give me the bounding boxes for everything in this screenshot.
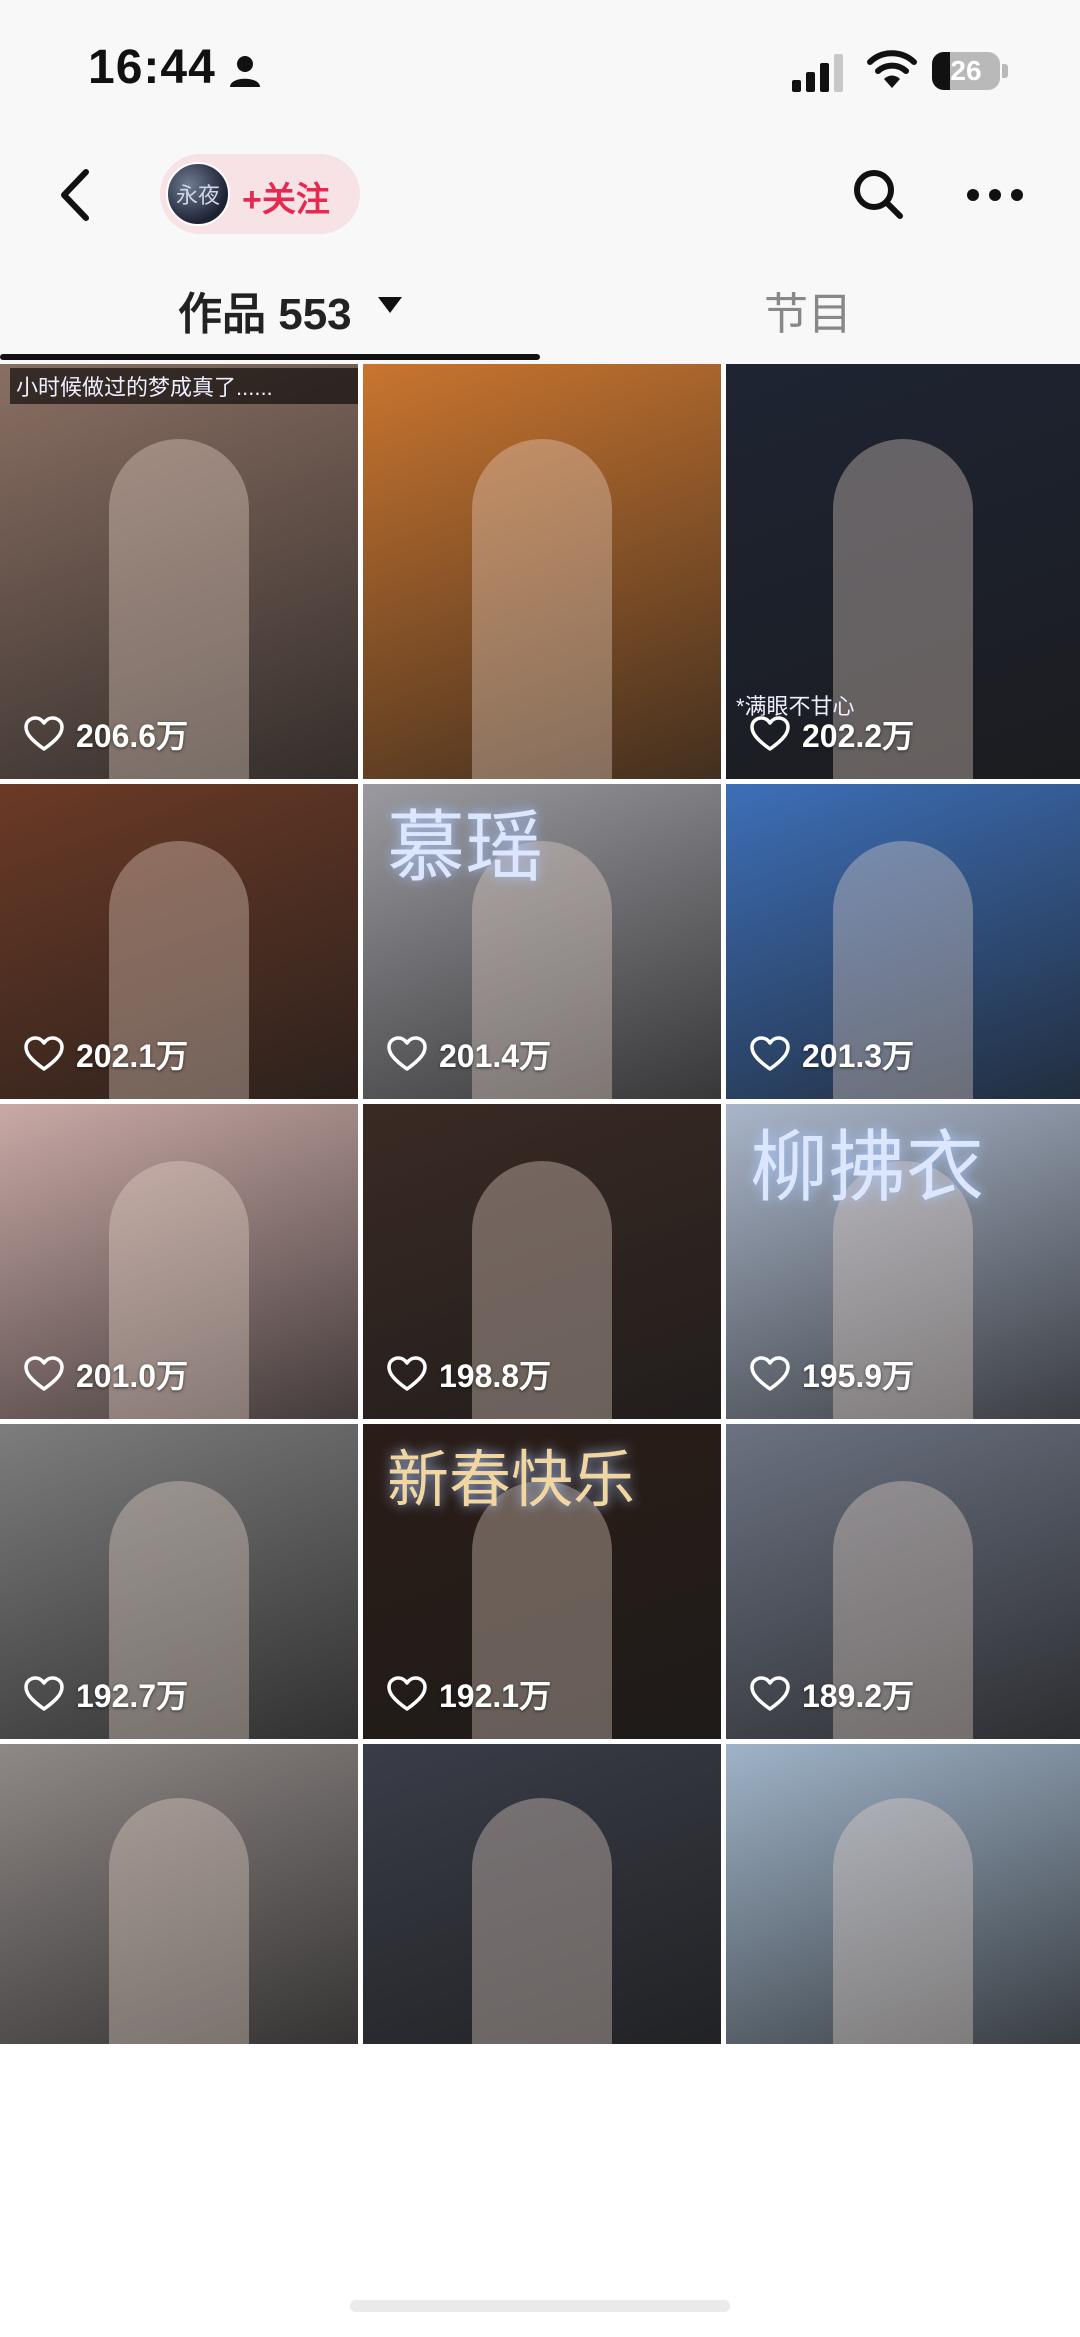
video-tile[interactable]: 201.3万: [726, 784, 1080, 1099]
like-count-text: 192.7万: [76, 1678, 189, 1714]
video-tile[interactable]: 189.2万: [726, 1424, 1080, 1739]
thumbnail-figure: [109, 1798, 249, 2044]
avatar[interactable]: 永夜: [166, 162, 230, 226]
search-icon[interactable]: [848, 164, 908, 224]
heart-icon: [387, 1356, 427, 1391]
like-count: 198.8万: [387, 1351, 551, 1397]
cellular-signal-icon: [792, 54, 843, 92]
heart-icon: [24, 1356, 64, 1391]
video-tile[interactable]: 192.7万: [0, 1424, 358, 1739]
video-tile[interactable]: 202.1万: [0, 784, 358, 1099]
video-tile[interactable]: 小时候做过的梦成真了...... 206.6万: [0, 364, 358, 779]
like-count-text: 202.2万: [802, 718, 915, 754]
video-tile[interactable]: 柳拂衣 195.9万: [726, 1104, 1080, 1419]
video-tile[interactable]: 新春快乐 192.1万: [363, 1424, 721, 1739]
like-count-text: 201.3万: [802, 1038, 915, 1074]
back-arrow-icon[interactable]: [50, 160, 102, 230]
video-tile[interactable]: [726, 1744, 1080, 2044]
heart-icon: [750, 1036, 790, 1071]
tile-title: 新春快乐: [387, 1443, 636, 1516]
video-tile[interactable]: [363, 364, 721, 779]
like-count-text: 195.9万: [802, 1358, 915, 1394]
person-icon: [230, 56, 260, 87]
like-count: 201.4万: [387, 1031, 551, 1077]
battery-level: 26: [950, 55, 982, 86]
heart-icon: [387, 1036, 427, 1071]
status-time: 16:44: [88, 41, 216, 94]
like-count: 192.1万: [387, 1671, 551, 1717]
like-count: 192.7万: [24, 1671, 188, 1717]
dropdown-arrow-icon[interactable]: [376, 294, 404, 316]
video-tile[interactable]: *满眼不甘心 202.2万: [726, 364, 1080, 779]
thumbnail-figure: [833, 1798, 973, 2044]
avatar-text: 永夜: [175, 184, 220, 209]
like-count-text: 192.1万: [439, 1678, 552, 1714]
video-tile[interactable]: [363, 1744, 721, 2044]
active-tab-indicator: [0, 354, 540, 360]
like-count: 189.2万: [750, 1671, 914, 1717]
tile-caption: 小时候做过的梦成真了......: [10, 368, 358, 404]
heart-icon: [750, 1356, 790, 1391]
like-count: 195.9万: [750, 1351, 914, 1397]
like-count-text: 201.4万: [439, 1038, 552, 1074]
video-grid: 小时候做过的梦成真了...... 206.6万 *满眼不甘心 202.2万 202.1万…: [0, 364, 1080, 2337]
like-count-text: 202.1万: [76, 1038, 189, 1074]
heart-icon: [750, 716, 790, 751]
like-count-text: 206.6万: [76, 718, 189, 754]
heart-icon: [24, 716, 64, 751]
heart-icon: [387, 1676, 427, 1711]
follow-button[interactable]: +关注: [242, 172, 330, 221]
tile-title: 柳拂衣: [750, 1123, 985, 1213]
video-tile[interactable]: 慕瑶 201.4万: [363, 784, 721, 1099]
home-indicator: [350, 2300, 730, 2312]
video-tile[interactable]: 198.8万: [363, 1104, 721, 1419]
like-count-text: 189.2万: [802, 1678, 915, 1714]
heart-icon: [24, 1036, 64, 1071]
top-navigation-bar: 永夜 +关注: [0, 140, 1080, 250]
like-count: 202.2万: [750, 711, 914, 757]
tab-shows[interactable]: 节目: [764, 278, 852, 342]
battery-icon: 26: [932, 52, 1008, 92]
video-tile[interactable]: 201.0万: [0, 1104, 358, 1419]
heart-icon: [750, 1676, 790, 1711]
like-count: 202.1万: [24, 1031, 188, 1077]
like-count-text: 201.0万: [76, 1358, 189, 1394]
like-count: 206.6万: [24, 711, 188, 757]
tile-title: 慕瑶: [387, 803, 544, 893]
status-bar: 16:44 26: [0, 0, 1080, 140]
tab-works[interactable]: 作品 553: [178, 278, 352, 342]
heart-icon: [24, 1676, 64, 1711]
like-count: 201.0万: [24, 1351, 188, 1397]
more-options-icon[interactable]: [966, 170, 1024, 220]
thumbnail-figure: [472, 1798, 612, 2044]
video-tile[interactable]: [0, 1744, 358, 2044]
like-count: 201.3万: [750, 1031, 914, 1077]
wifi-icon: [867, 50, 917, 88]
content-tabs: 作品 553 节目: [0, 250, 1080, 364]
follow-pill[interactable]: 永夜 +关注: [160, 154, 360, 234]
thumbnail-figure: [472, 438, 612, 779]
like-count-text: 198.8万: [439, 1358, 552, 1394]
